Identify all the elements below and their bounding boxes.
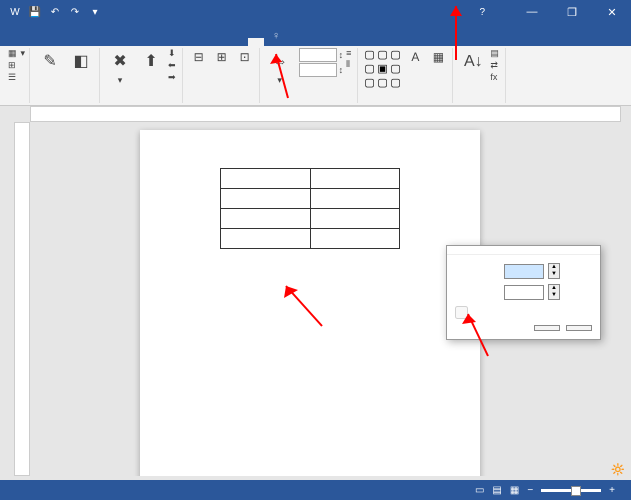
- tab-developer[interactable]: [164, 38, 180, 46]
- cols-input[interactable]: [504, 264, 544, 279]
- page[interactable]: [140, 130, 480, 476]
- text-direction-button[interactable]: A: [405, 48, 425, 70]
- dist-cols-button[interactable]: ⫴: [346, 59, 353, 70]
- group-data: A↓ ▤ ⇄ fx: [455, 48, 506, 103]
- context-label: [212, 42, 232, 46]
- tab-view[interactable]: [148, 38, 164, 46]
- merge-cells-button[interactable]: ⊟: [189, 48, 209, 70]
- view-readmode-icon[interactable]: ▭: [475, 485, 484, 496]
- cursor-cell: [310, 209, 400, 229]
- tab-review[interactable]: [132, 38, 148, 46]
- insert-below-button[interactable]: ⬇: [168, 48, 178, 59]
- tab-translate[interactable]: [196, 38, 212, 46]
- insert-left-button[interactable]: ⬅: [168, 60, 178, 71]
- view-web-icon[interactable]: ▦: [510, 485, 519, 496]
- tab-insert[interactable]: [52, 38, 68, 46]
- merge-before-checkbox[interactable]: [455, 306, 468, 319]
- eraser-button[interactable]: ◧: [67, 48, 95, 78]
- select-button[interactable]: ▦ ▾: [8, 48, 25, 59]
- minimize-button[interactable]: —: [517, 6, 547, 18]
- ruler-vertical[interactable]: [14, 122, 30, 476]
- group-align: ▢▢▢▢▣▢▢▢▢ A ▦: [360, 48, 453, 103]
- restore-button[interactable]: ❐: [557, 6, 587, 19]
- close-button[interactable]: ✕: [597, 6, 627, 19]
- rows-input[interactable]: [504, 285, 544, 300]
- watermark: 🔆: [611, 463, 625, 476]
- dist-rows-button[interactable]: ≡: [346, 48, 353, 58]
- qat-more-icon[interactable]: ▾: [88, 5, 102, 19]
- tell-me[interactable]: ♀: [264, 26, 288, 46]
- split-cells-button[interactable]: ⊞: [212, 48, 232, 70]
- zoom-slider[interactable]: [541, 489, 601, 492]
- ribbon-tabs: ♀: [0, 24, 631, 46]
- properties-button[interactable]: ☰: [8, 72, 25, 83]
- redo-icon[interactable]: ↷: [68, 5, 82, 19]
- rows-spinner[interactable]: ▲▼: [548, 284, 560, 300]
- group-cellsize: ⇔▾ ↕ ↕ ≡ ⫴: [262, 48, 359, 103]
- cell-margins-button[interactable]: ▦: [428, 48, 448, 70]
- zoom-in-icon[interactable]: +: [609, 485, 615, 496]
- autofit-button[interactable]: ⇔▾: [266, 48, 294, 88]
- ribbon: ▦ ▾ ⊞ ☰ ✎ ◧ ✖▾ ⬆ ⬇ ⬅ ➡ ⊟ ⊞ ⊡: [0, 46, 631, 106]
- ruler-horizontal[interactable]: [30, 106, 621, 122]
- title-bar: W 💾 ↶ ↷ ▾ ? — ❐ ✕: [0, 0, 631, 24]
- delete-button[interactable]: ✖▾: [106, 48, 134, 88]
- tab-table-design[interactable]: [232, 38, 248, 46]
- col-width[interactable]: ↕: [297, 63, 344, 77]
- gridlines-button[interactable]: ⊞: [8, 60, 25, 71]
- group-table: ▦ ▾ ⊞ ☰: [4, 48, 30, 103]
- cols-spinner[interactable]: ▲▼: [548, 263, 560, 279]
- zoom-out-icon[interactable]: −: [527, 485, 533, 496]
- tab-table-layout[interactable]: [248, 38, 264, 46]
- insert-above-button[interactable]: ⬆: [137, 48, 165, 78]
- group-merge: ⊟ ⊞ ⊡: [185, 48, 260, 103]
- ok-button[interactable]: [534, 325, 560, 331]
- tab-mailings[interactable]: [116, 38, 132, 46]
- tab-references[interactable]: [100, 38, 116, 46]
- convert-text-button[interactable]: ⇄: [490, 60, 501, 71]
- help-icon[interactable]: ?: [479, 7, 485, 18]
- repeat-header-button[interactable]: ▤: [490, 48, 501, 59]
- draw-table-button[interactable]: ✎: [36, 48, 64, 78]
- group-rows-cols: ✖▾ ⬆ ⬇ ⬅ ➡: [102, 48, 183, 103]
- split-table-button[interactable]: ⊡: [235, 48, 255, 70]
- undo-icon[interactable]: ↶: [48, 5, 62, 19]
- row-height[interactable]: ↕: [297, 48, 344, 62]
- qat: W 💾 ↶ ↷ ▾: [8, 5, 102, 19]
- insert-right-button[interactable]: ➡: [168, 72, 178, 83]
- view-print-icon[interactable]: ▤: [492, 485, 501, 496]
- split-cells-dialog: ▲▼ ▲▼: [446, 245, 601, 340]
- share-button[interactable]: [615, 38, 631, 46]
- tab-templates[interactable]: [36, 38, 52, 46]
- tab-home[interactable]: [20, 38, 36, 46]
- word-icon: W: [8, 5, 22, 19]
- status-bar: ▭ ▤ ▦ − +: [0, 480, 631, 500]
- document-table[interactable]: [220, 168, 400, 249]
- align-grid[interactable]: ▢▢▢▢▣▢▢▢▢: [364, 48, 402, 89]
- save-icon[interactable]: 💾: [28, 5, 42, 19]
- cancel-button[interactable]: [566, 325, 592, 331]
- tab-file[interactable]: [4, 38, 20, 46]
- sort-button[interactable]: A↓: [459, 48, 487, 78]
- tab-layout[interactable]: [84, 38, 100, 46]
- group-draw: ✎ ◧: [32, 48, 100, 103]
- tab-pdf[interactable]: [180, 38, 196, 46]
- tab-design[interactable]: [68, 38, 84, 46]
- formula-button[interactable]: fx: [490, 72, 501, 82]
